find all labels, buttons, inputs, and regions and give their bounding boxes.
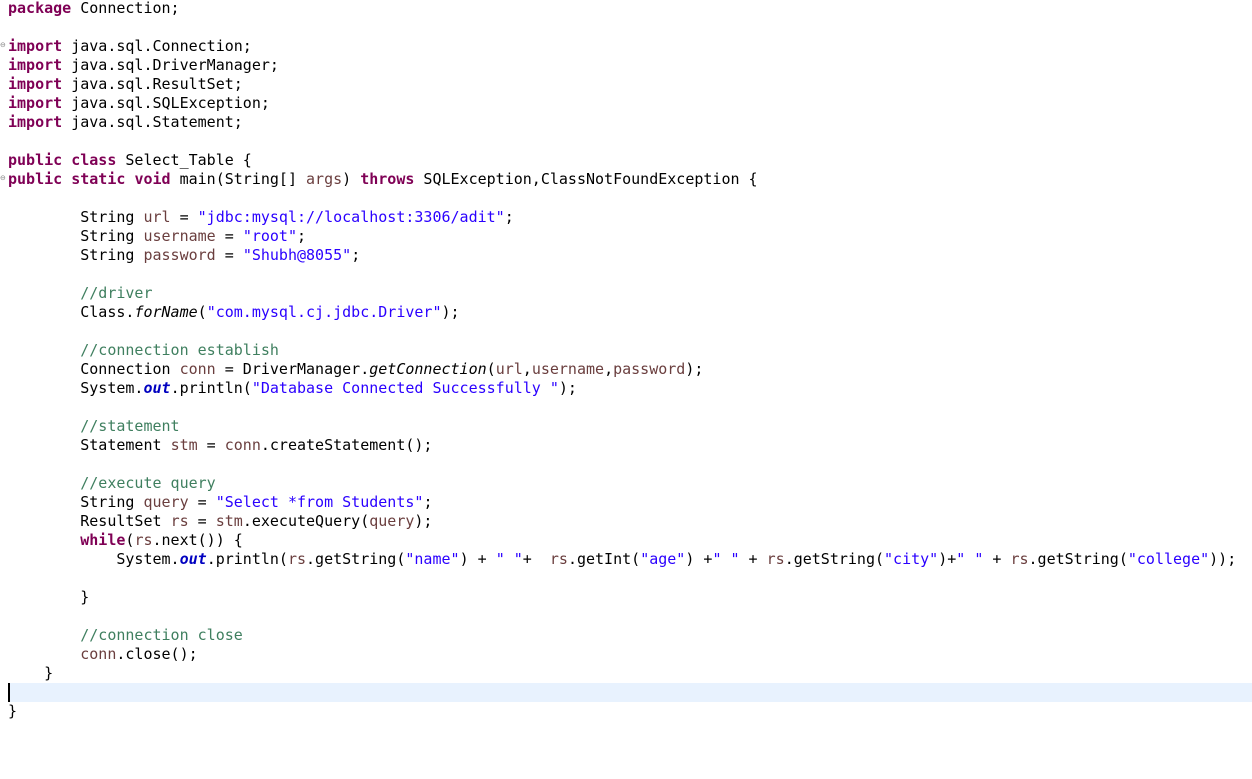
- code-editor[interactable]: ⊖ ⊖ package Connection; import java.sql.C…: [0, 0, 1252, 779]
- code-line[interactable]: Class.forName("com.mysql.cj.jdbc.Driver"…: [8, 303, 1252, 322]
- code-line-current[interactable]: [8, 683, 1252, 702]
- code-line[interactable]: System.out.println(rs.getString("name") …: [8, 550, 1252, 569]
- code-line[interactable]: //execute query: [8, 474, 1252, 493]
- code-line[interactable]: ResultSet rs = stm.executeQuery(query);: [8, 512, 1252, 531]
- code-line[interactable]: Statement stm = conn.createStatement();: [8, 436, 1252, 455]
- code-line[interactable]: [8, 132, 1252, 151]
- code-text-area[interactable]: package Connection; import java.sql.Conne…: [8, 0, 1252, 721]
- code-line[interactable]: [8, 189, 1252, 208]
- code-line[interactable]: //connection establish: [8, 341, 1252, 360]
- code-line[interactable]: }: [8, 588, 1252, 607]
- code-line[interactable]: //driver: [8, 284, 1252, 303]
- code-line[interactable]: String query = "Select *from Students";: [8, 493, 1252, 512]
- code-line[interactable]: while(rs.next()) {: [8, 531, 1252, 550]
- code-line[interactable]: //connection close: [8, 626, 1252, 645]
- code-line[interactable]: Connection conn = DriverManager.getConne…: [8, 360, 1252, 379]
- code-line[interactable]: }: [8, 702, 1252, 721]
- code-line[interactable]: import java.sql.Statement;: [8, 113, 1252, 132]
- code-line[interactable]: String username = "root";: [8, 227, 1252, 246]
- code-line[interactable]: //statement: [8, 417, 1252, 436]
- code-line[interactable]: [8, 569, 1252, 588]
- code-line[interactable]: public class Select_Table {: [8, 151, 1252, 170]
- code-line[interactable]: conn.close();: [8, 645, 1252, 664]
- code-line[interactable]: import java.sql.DriverManager;: [8, 56, 1252, 75]
- code-line[interactable]: package Connection;: [8, 0, 1252, 18]
- code-line[interactable]: import java.sql.Connection;: [8, 37, 1252, 56]
- fold-marker-icon[interactable]: ⊖: [0, 175, 6, 182]
- code-line[interactable]: import java.sql.ResultSet;: [8, 75, 1252, 94]
- code-line[interactable]: System.out.println("Database Connected S…: [8, 379, 1252, 398]
- code-line[interactable]: String password = "Shubh@8055";: [8, 246, 1252, 265]
- code-line[interactable]: }: [8, 664, 1252, 683]
- code-line[interactable]: public static void main(String[] args) t…: [8, 170, 1252, 189]
- code-line[interactable]: [8, 265, 1252, 284]
- code-line[interactable]: [8, 18, 1252, 37]
- code-line[interactable]: [8, 398, 1252, 417]
- text-caret: [8, 683, 10, 702]
- code-line[interactable]: [8, 455, 1252, 474]
- code-line[interactable]: String url = "jdbc:mysql://localhost:330…: [8, 208, 1252, 227]
- editor-gutter: ⊖ ⊖: [0, 0, 8, 779]
- code-line[interactable]: [8, 607, 1252, 626]
- fold-marker-icon[interactable]: ⊖: [0, 42, 6, 49]
- code-line[interactable]: [8, 322, 1252, 341]
- code-line[interactable]: import java.sql.SQLException;: [8, 94, 1252, 113]
